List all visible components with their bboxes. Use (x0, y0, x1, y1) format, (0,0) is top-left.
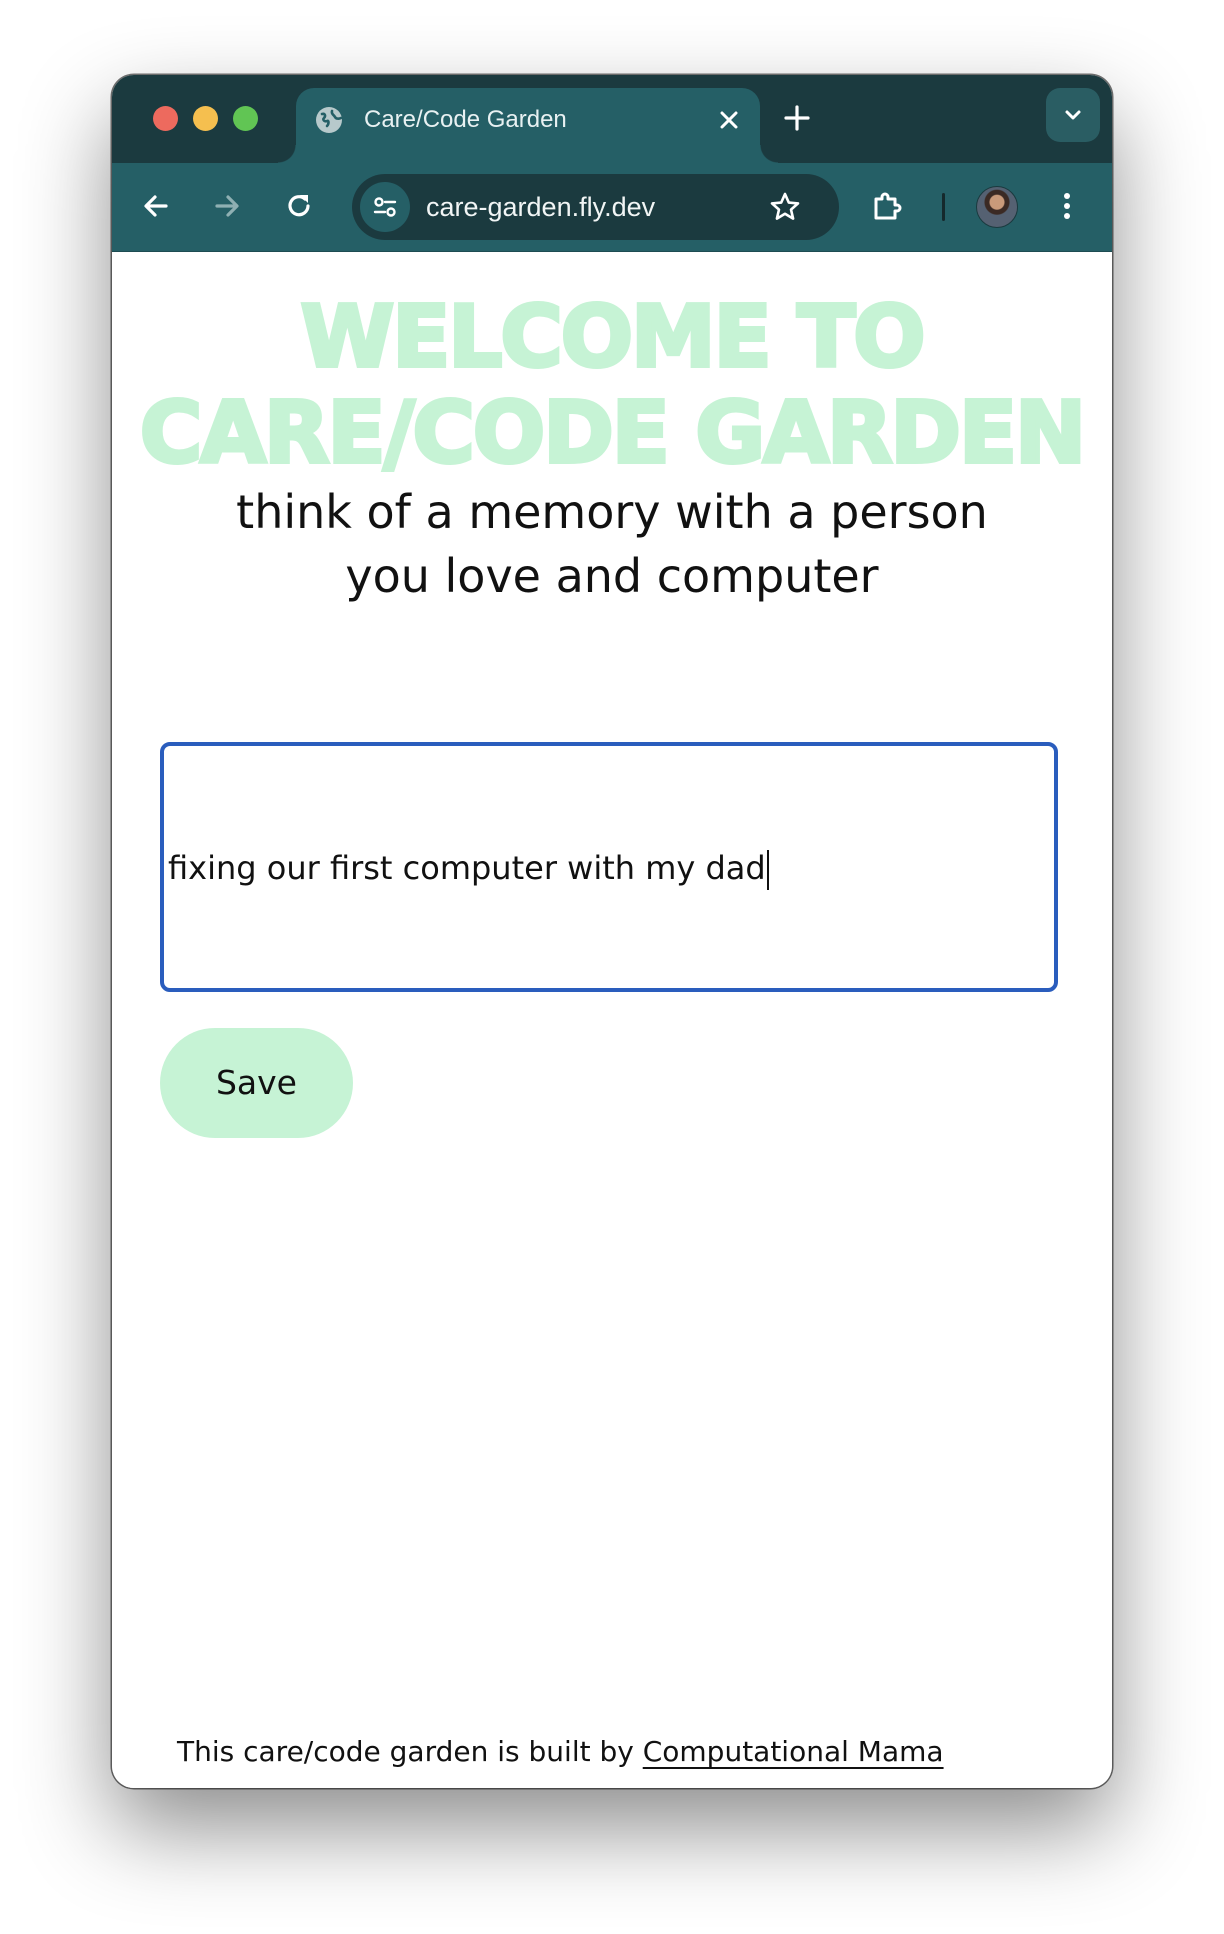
tab-bar: Care/Code Garden (112, 75, 1112, 163)
memory-input-value[interactable]: fixing our first computer with my dad (168, 846, 769, 890)
footer-text: This care/code garden is built by (177, 1735, 643, 1768)
window-minimize-button[interactable] (193, 106, 218, 131)
memory-input[interactable]: fixing our first computer with my dad (160, 742, 1058, 992)
plus-icon[interactable] (782, 103, 812, 133)
arrow-right-icon[interactable] (210, 189, 244, 223)
puzzle-icon[interactable] (870, 189, 904, 223)
page-title: WELCOME TO CARE/CODE GARDEN (112, 288, 1112, 484)
tune-icon (373, 197, 397, 217)
memory-prompt: think of a memory with a person you love… (236, 485, 988, 603)
memory-input-text: fixing our first computer with my dad (168, 849, 766, 887)
tab-search-button[interactable] (1046, 88, 1100, 142)
arrow-left-icon[interactable] (139, 189, 173, 223)
browser-window: Care/Code Garden care-garden.fly.dev WEL… (112, 75, 1112, 1788)
kebab-menu-icon[interactable] (1050, 189, 1084, 223)
page-title-line-2: CARE/CODE GARDEN (138, 384, 1088, 484)
tab-care-code-garden[interactable]: Care/Code Garden (278, 88, 778, 163)
save-button[interactable]: Save (160, 1028, 353, 1138)
browser-toolbar: care-garden.fly.dev (112, 163, 1112, 252)
globe-icon (316, 107, 343, 133)
footer: This care/code garden is built by Comput… (177, 1732, 944, 1772)
star-icon[interactable] (768, 190, 802, 224)
avatar[interactable] (976, 186, 1018, 228)
page-content: WELCOME TO CARE/CODE GARDEN think of a m… (112, 252, 1112, 1788)
text-caret (766, 850, 769, 890)
close-icon[interactable] (716, 107, 742, 133)
chevron-down-icon (1065, 110, 1081, 120)
window-maximize-button[interactable] (233, 106, 258, 131)
reload-icon[interactable] (282, 189, 316, 223)
footer-link-computational-mama[interactable]: Computational Mama (643, 1735, 944, 1768)
tab-title: Care/Code Garden (364, 106, 567, 133)
site-info-button[interactable] (360, 182, 410, 232)
page-title-line-1: WELCOME TO (298, 288, 927, 388)
url-text[interactable]: care-garden.fly.dev (426, 191, 655, 223)
window-close-button[interactable] (153, 106, 178, 131)
address-bar[interactable]: care-garden.fly.dev (352, 174, 839, 240)
toolbar-divider (942, 193, 945, 221)
